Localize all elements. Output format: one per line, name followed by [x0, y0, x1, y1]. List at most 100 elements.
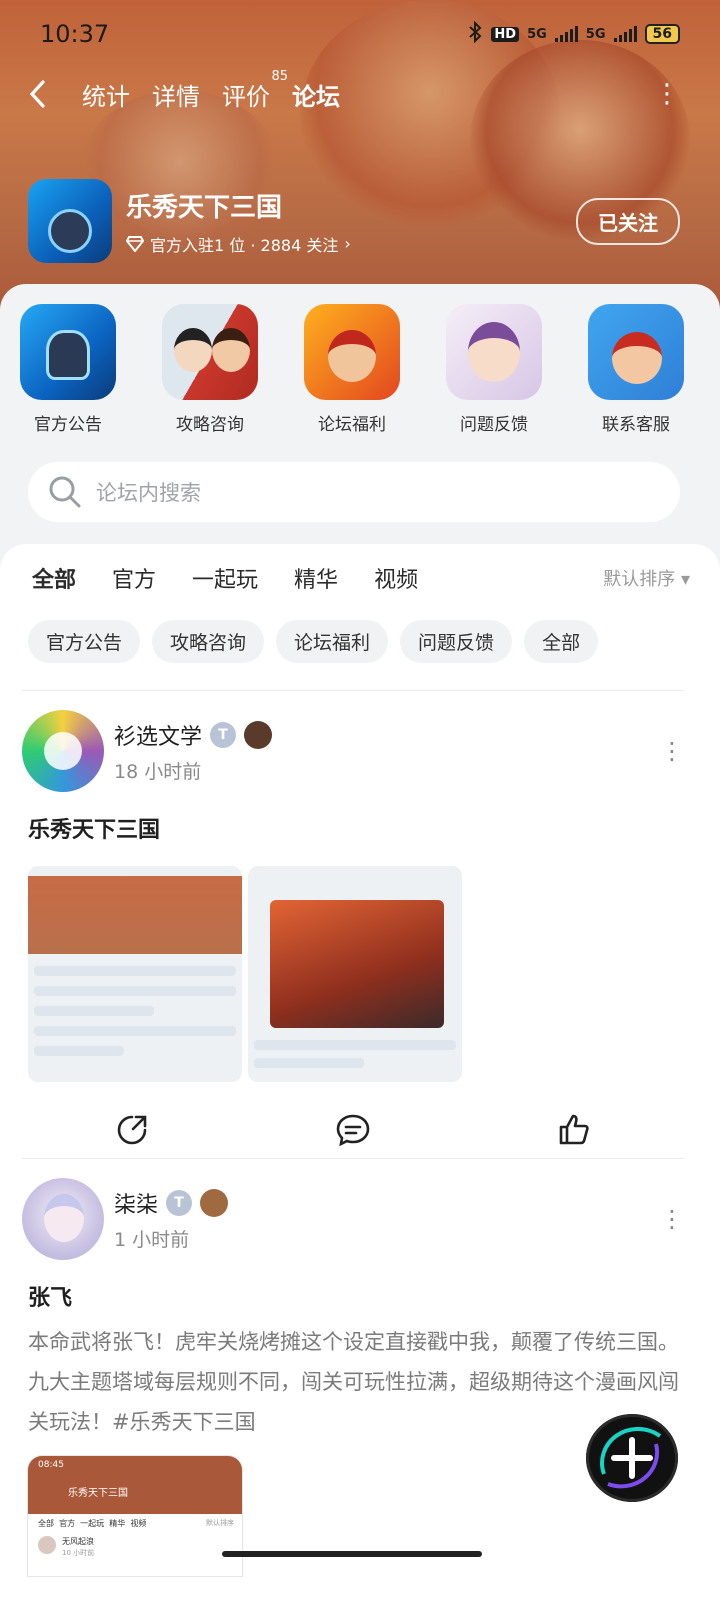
- quick-link-support[interactable]: 联系客服: [588, 304, 684, 435]
- post-title: 乐秀天下三国: [28, 818, 161, 843]
- thumb-tabs: 全部 官方 一起玩 精华 视频: [38, 1519, 147, 1528]
- post-time: 18 小时前: [114, 760, 202, 783]
- search-icon: [49, 476, 81, 508]
- chevron-right-icon: ›: [344, 234, 351, 253]
- chip[interactable]: 官方公告: [28, 620, 141, 663]
- signal-icon: [613, 26, 637, 42]
- chip[interactable]: 论坛福利: [276, 620, 389, 663]
- author-name: 柒柒: [114, 1192, 159, 1218]
- battery-icon: 56: [644, 24, 680, 44]
- character-badge-icon: [200, 1188, 229, 1217]
- category-chips: 官方公告 攻略咨询 论坛福利 问题反馈 全部: [28, 620, 599, 663]
- thumb-user: 无风起浪: [62, 1537, 94, 1546]
- status-icons: HD 5G 5G 56: [467, 20, 680, 47]
- back-button[interactable]: [28, 74, 60, 114]
- sort-label: 默认排序: [603, 569, 676, 590]
- filter-tab-featured[interactable]: 精华: [294, 562, 338, 594]
- game-meta[interactable]: 官方入驻1 位 · 2884 关注 ›: [126, 232, 351, 256]
- avatar[interactable]: [22, 710, 104, 792]
- divider: [22, 690, 684, 691]
- post-image[interactable]: 08:45 乐秀天下三国 全部 官方 一起玩 精华 视频 默认排序 无风起浪 1…: [28, 1456, 242, 1576]
- top-nav: 统计 详情 评价 85 论坛 ⋮: [28, 69, 680, 116]
- caret-down-icon: ▾: [680, 569, 690, 590]
- post-menu-icon[interactable]: ⋮: [660, 737, 684, 765]
- status-time: 10:37: [40, 20, 110, 48]
- verified-badge-icon: T: [210, 721, 237, 748]
- status-bar: 10:37 HD 5G 5G 56: [40, 18, 680, 50]
- verified-badge-icon: T: [166, 1189, 193, 1216]
- net-label-1: 5G: [527, 26, 547, 42]
- character-badge-icon: [244, 720, 273, 749]
- author-name: 衫选文学: [114, 724, 203, 750]
- follow-button[interactable]: 已关注: [576, 197, 680, 245]
- tab-reviews[interactable]: 评价 85: [222, 69, 288, 112]
- plus-icon: [600, 1426, 662, 1489]
- quick-link-label: 官方公告: [34, 415, 102, 435]
- create-post-button[interactable]: [586, 1414, 678, 1502]
- filter-tab-playtogether[interactable]: 一起玩: [192, 562, 258, 594]
- comment-icon[interactable]: [335, 1113, 371, 1151]
- share-icon[interactable]: [115, 1113, 149, 1151]
- tab-details[interactable]: 详情: [152, 77, 200, 112]
- search-placeholder: 论坛内搜索: [96, 481, 201, 505]
- game-name: 乐秀天下三国: [126, 192, 283, 223]
- post-card[interactable]: 柒柒 T 1 小时前 ⋮ 张飞 本命武将张飞！虎牢关烧烤摊这个设定直接戳中我，颠…: [22, 1178, 684, 1576]
- post-author: 柒柒 T 1 小时前 ⋮: [22, 1178, 684, 1260]
- tab-forum[interactable]: 论坛: [292, 77, 340, 112]
- post-image[interactable]: [28, 866, 242, 1082]
- review-count: 85: [271, 68, 288, 84]
- post-images: [28, 866, 684, 1082]
- filter-tab-video[interactable]: 视频: [374, 562, 418, 594]
- quick-links: 官方公告 攻略咨询 论坛福利 问题反馈 联系客服: [20, 304, 720, 435]
- post-time: 1 小时前: [114, 1228, 190, 1251]
- chip[interactable]: 问题反馈: [400, 620, 513, 663]
- filter-tab-official[interactable]: 官方: [112, 562, 156, 594]
- home-indicator[interactable]: [222, 1551, 482, 1557]
- post-menu-icon[interactable]: ⋮: [660, 1205, 684, 1233]
- tab-stats[interactable]: 统计: [82, 77, 130, 112]
- signal-icon: [554, 26, 578, 42]
- filter-tab-all[interactable]: 全部: [32, 562, 76, 596]
- post-image[interactable]: [248, 866, 462, 1082]
- divider: [22, 1158, 684, 1159]
- thumb-title: 乐秀天下三国: [68, 1488, 128, 1499]
- game-meta-text: 官方入驻1 位 · 2884 关注: [150, 235, 339, 255]
- guide-icon: [162, 304, 258, 400]
- quick-link-label: 联系客服: [602, 415, 670, 435]
- filter-tabs: 全部 官方 一起玩 精华 视频 默认排序 ▾: [32, 558, 690, 598]
- diamond-icon: [126, 235, 144, 252]
- game-header: 乐秀天下三国 官方入驻1 位 · 2884 关注 › 已关注: [28, 178, 680, 264]
- quick-link-label: 问题反馈: [460, 415, 528, 435]
- benefit-icon: [304, 304, 400, 400]
- chip[interactable]: 全部: [524, 620, 599, 663]
- post-actions: [22, 1112, 684, 1152]
- quick-link-label: 攻略咨询: [176, 415, 244, 435]
- bluetooth-icon: [467, 20, 483, 47]
- thumb-time: 08:45: [38, 1460, 64, 1470]
- thumb-user-time: 10 小时前: [62, 1549, 95, 1557]
- more-icon[interactable]: ⋮: [654, 79, 680, 109]
- chip[interactable]: 攻略咨询: [152, 620, 265, 663]
- support-icon: [588, 304, 684, 400]
- post-title: 张飞: [28, 1286, 73, 1311]
- quick-link-feedback[interactable]: 问题反馈: [446, 304, 542, 435]
- search-input[interactable]: 论坛内搜索: [28, 462, 680, 522]
- avatar[interactable]: [22, 1178, 104, 1260]
- game-icon[interactable]: [28, 179, 112, 263]
- hd-label: HD: [491, 26, 520, 42]
- net-label-2: 5G: [585, 26, 606, 42]
- post-card[interactable]: 衫选文学 T 18 小时前 ⋮ 乐秀天下三国: [22, 710, 684, 1152]
- chevron-left-icon: [29, 80, 45, 108]
- sort-dropdown[interactable]: 默认排序 ▾: [603, 565, 690, 591]
- content-sheet: 官方公告 攻略咨询 论坛福利 问题反馈 联系客服 论坛内搜索 全部 官方 一起玩…: [0, 284, 720, 1600]
- feedback-icon: [446, 304, 542, 400]
- post-author: 衫选文学 T 18 小时前 ⋮: [22, 710, 684, 792]
- quick-link-announcements[interactable]: 官方公告: [20, 304, 116, 435]
- thumb-sort: 默认排序: [206, 1519, 234, 1527]
- quick-link-guides[interactable]: 攻略咨询: [162, 304, 258, 435]
- tab-reviews-label: 评价: [222, 82, 270, 111]
- like-icon[interactable]: [557, 1113, 591, 1151]
- quick-link-benefits[interactable]: 论坛福利: [304, 304, 400, 435]
- announcement-icon: [20, 304, 116, 400]
- quick-link-label: 论坛福利: [318, 415, 386, 435]
